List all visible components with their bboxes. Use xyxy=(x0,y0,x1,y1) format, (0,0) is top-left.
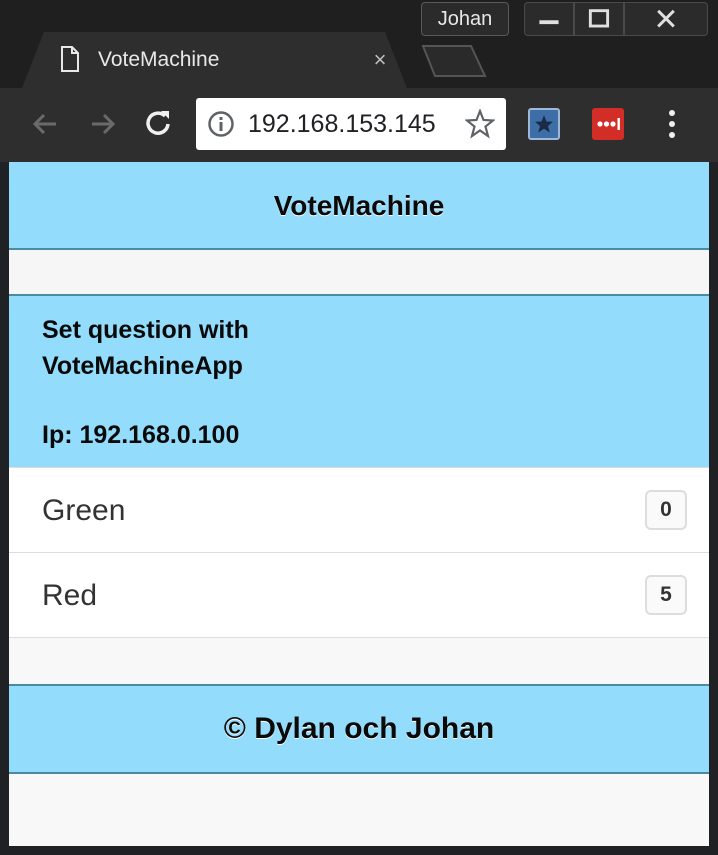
close-window-button[interactable] xyxy=(624,2,708,36)
back-icon[interactable] xyxy=(26,104,66,144)
profile-button[interactable]: Johan xyxy=(421,2,509,36)
minimize-button[interactable] xyxy=(524,2,574,36)
new-tab-button[interactable] xyxy=(421,44,487,78)
option-label: Red xyxy=(42,579,98,612)
footer-text: © Dylan och Johan xyxy=(223,712,495,745)
question-text: Set question with VoteMachineApp xyxy=(42,316,249,380)
app-footer: © Dylan och Johan xyxy=(9,684,709,774)
menu-icon[interactable] xyxy=(658,106,686,142)
reload-icon[interactable] xyxy=(138,104,178,144)
page-title: VoteMachine xyxy=(273,190,445,221)
star-icon[interactable] xyxy=(465,109,495,139)
vote-count-badge: 0 xyxy=(645,490,687,530)
maximize-button[interactable] xyxy=(574,2,624,36)
page-content: VoteMachine Set question with VoteMachin… xyxy=(9,162,709,846)
maximize-icon xyxy=(588,9,610,28)
bookmark-extension-icon[interactable] xyxy=(528,108,560,140)
app-header: VoteMachine xyxy=(9,162,709,250)
url-text[interactable]: 192.168.153.145 xyxy=(248,106,436,142)
tab-close-button[interactable]: × xyxy=(368,44,392,76)
close-icon xyxy=(657,9,675,28)
vote-options-list: Green 0 Red 5 xyxy=(9,467,709,638)
spacer xyxy=(9,250,709,294)
lastpass-icon[interactable] xyxy=(592,108,624,140)
ip-address: Ip: 192.168.0.100 xyxy=(42,421,240,449)
list-item[interactable]: Green 0 xyxy=(9,467,709,553)
list-item[interactable]: Red 5 xyxy=(9,552,709,638)
question-panel: Set question with VoteMachineApp Ip: 192… xyxy=(9,294,709,468)
browser-window: Johan VoteMachine × 192.168.153.145 Vote… xyxy=(0,0,718,855)
tab-title: VoteMachine xyxy=(98,48,220,71)
info-icon[interactable] xyxy=(207,110,235,138)
page-icon xyxy=(61,46,79,72)
vote-count-badge: 5 xyxy=(645,575,687,615)
option-label: Green xyxy=(42,494,126,527)
minimize-icon xyxy=(539,20,559,25)
forward-icon[interactable] xyxy=(82,104,122,144)
